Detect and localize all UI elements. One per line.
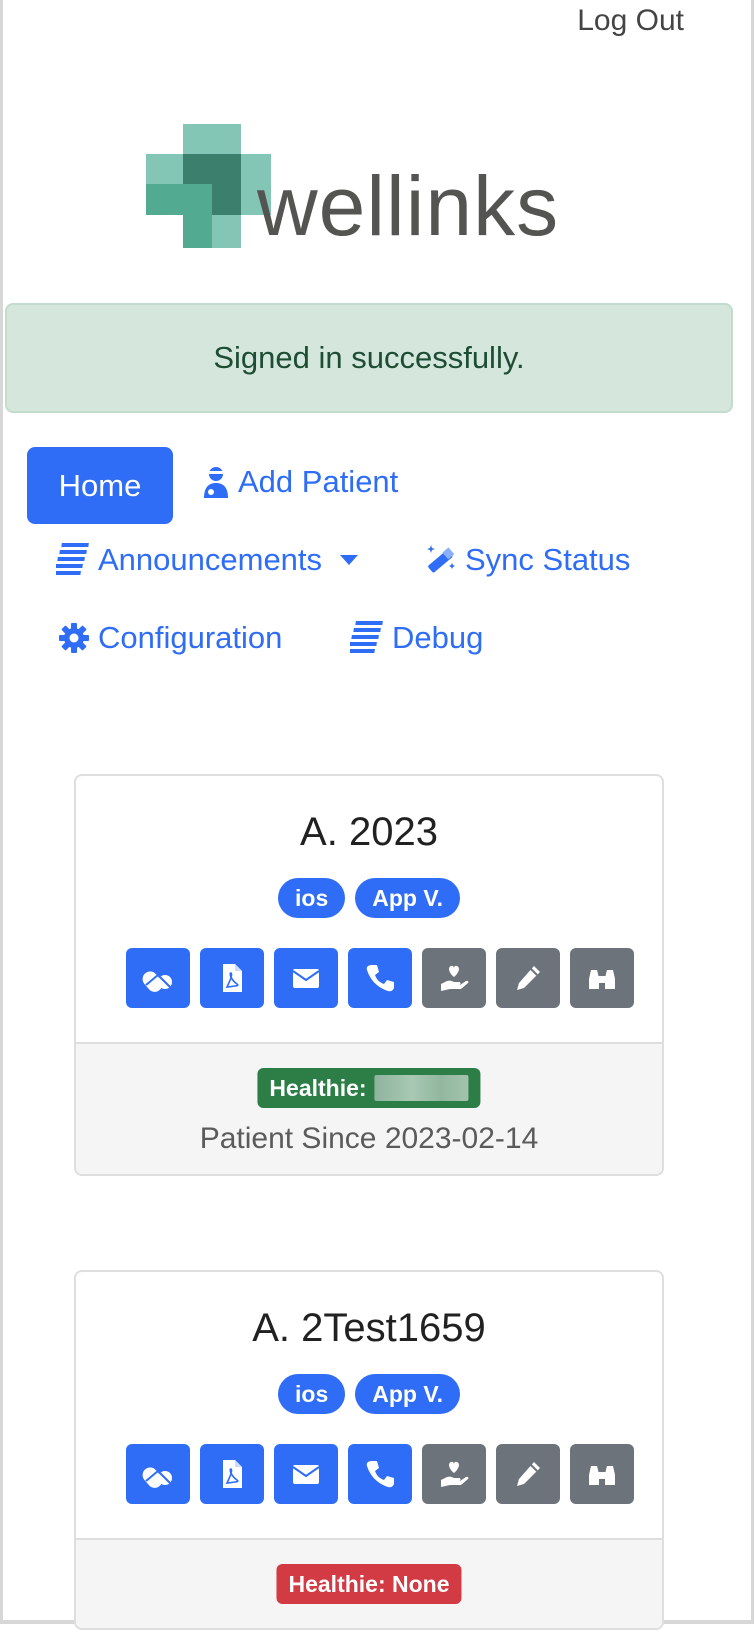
action-buttons xyxy=(126,1444,634,1504)
gear-icon xyxy=(59,623,89,653)
platform-badge: ios xyxy=(278,878,346,918)
edit-button[interactable] xyxy=(496,1444,560,1504)
pencil-icon xyxy=(517,966,540,990)
pdf-button[interactable] xyxy=(200,1444,264,1504)
app-version-badge: App V. xyxy=(355,1374,460,1414)
patient-name: A. 2Test1659 xyxy=(252,1306,486,1350)
nav-debug[interactable]: Debug xyxy=(350,620,483,656)
healthie-label: Healthie: xyxy=(269,1074,367,1101)
pencil-icon xyxy=(517,1462,540,1486)
nav-configuration-label: Configuration xyxy=(98,620,283,655)
badge-row: ios App V. xyxy=(76,878,662,918)
patient-card: A. 2Test1659 ios App V. Healthie: None xyxy=(74,1270,664,1630)
envelope-icon xyxy=(292,969,320,988)
patient-name: A. 2023 xyxy=(300,810,438,854)
call-button[interactable] xyxy=(348,1444,412,1504)
pills-icon xyxy=(142,1467,172,1488)
phone-icon xyxy=(366,965,394,992)
list-lines-icon xyxy=(350,621,383,653)
patient-since: Patient Since 2023-02-14 xyxy=(199,1122,539,1155)
healthie-status-badge: Healthie: xyxy=(257,1068,481,1108)
phone-icon xyxy=(366,1461,394,1488)
hand-heart-icon xyxy=(441,965,469,991)
redacted-healthie-id xyxy=(374,1075,469,1101)
app-version-badge: App V. xyxy=(355,878,460,918)
window-edge-left xyxy=(0,0,3,1624)
edit-button[interactable] xyxy=(496,948,560,1008)
list-lines-icon xyxy=(56,543,89,575)
nav-add-patient[interactable]: Add Patient xyxy=(202,464,398,500)
nav-sync-status-label: Sync Status xyxy=(465,542,631,577)
caret-down-icon xyxy=(340,555,359,565)
call-button[interactable] xyxy=(348,948,412,1008)
card-footer: Healthie: None xyxy=(76,1538,662,1628)
nav-sync-status[interactable]: Sync Status xyxy=(423,542,630,578)
envelope-icon xyxy=(292,1465,320,1484)
pdf-icon xyxy=(223,964,242,992)
nav-home-label: Home xyxy=(58,467,142,503)
view-button[interactable] xyxy=(570,1444,634,1504)
magic-wand-icon xyxy=(427,545,455,573)
action-buttons xyxy=(126,948,634,1008)
nav-announcements-label: Announcements xyxy=(98,542,323,577)
alert-message: Signed in successfully. xyxy=(213,340,525,375)
view-button[interactable] xyxy=(570,948,634,1008)
patient-card: A. 2023 ios App V. Healthie: Patient Sin… xyxy=(74,774,664,1176)
logout-link[interactable]: Log Out xyxy=(577,4,684,38)
nav-configuration[interactable]: Configuration xyxy=(58,620,282,656)
badge-row: ios App V. xyxy=(76,1374,662,1414)
pills-icon xyxy=(142,971,172,992)
binoculars-icon xyxy=(589,970,615,989)
email-button[interactable] xyxy=(274,1444,338,1504)
care-button[interactable] xyxy=(422,1444,486,1504)
nav-announcements-dropdown[interactable]: Announcements xyxy=(56,542,359,578)
healthie-status-badge: Healthie: None xyxy=(276,1564,462,1604)
medications-button[interactable] xyxy=(126,1444,190,1504)
email-button[interactable] xyxy=(274,948,338,1008)
platform-badge: ios xyxy=(278,1374,346,1414)
healthie-label: Healthie: None xyxy=(288,1570,450,1597)
care-button[interactable] xyxy=(422,948,486,1008)
flash-alert: Signed in successfully. xyxy=(5,303,733,413)
pdf-icon xyxy=(223,1460,242,1488)
user-injured-icon xyxy=(204,467,228,498)
brand-wordmark: wellinks xyxy=(257,159,560,253)
card-footer: Healthie: Patient Since 2023-02-14 xyxy=(76,1042,662,1174)
medications-button[interactable] xyxy=(126,948,190,1008)
nav-add-patient-label: Add Patient xyxy=(238,464,399,499)
hand-heart-icon xyxy=(441,1461,469,1487)
nav-debug-label: Debug xyxy=(392,620,484,655)
nav-home-button[interactable]: Home xyxy=(27,447,173,524)
pdf-button[interactable] xyxy=(200,948,264,1008)
binoculars-icon xyxy=(589,1466,615,1485)
